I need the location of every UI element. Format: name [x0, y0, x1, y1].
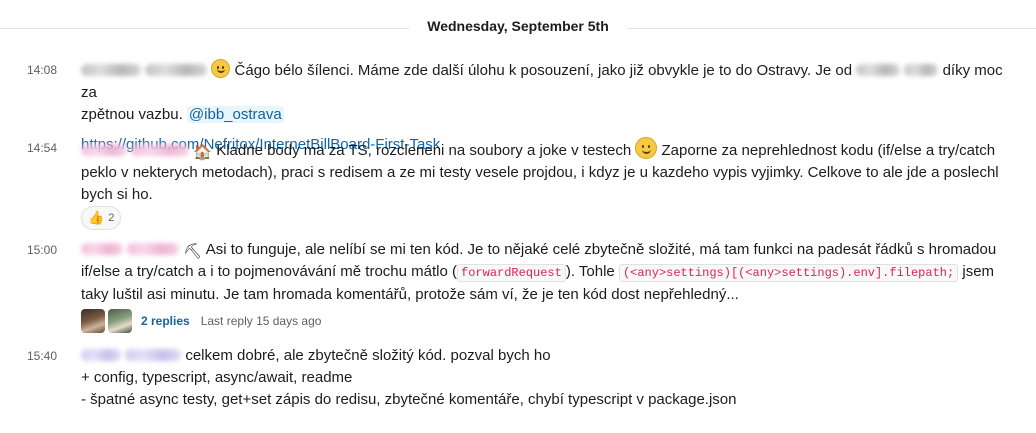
thumbs-up-icon: 👍	[88, 210, 105, 225]
reply-avatar[interactable]	[108, 309, 132, 333]
reply-avatar[interactable]	[81, 309, 105, 333]
message-line: zpětnou vazbu. @ibb_ostrava	[81, 104, 1011, 126]
inline-code: (<any>settings)[(<any>settings).env].fil…	[618, 264, 959, 282]
message-text: Kladne body ma za TS, rozcleneni na soub…	[216, 142, 632, 159]
blurred-name	[856, 64, 901, 76]
last-reply-text: Last reply 15 days ago	[200, 314, 322, 328]
message-line: if/else a try/catch a i to pojmenovávání…	[81, 261, 1011, 284]
message-body: ⛏ Asi to funguje, ale nelíbí se mi ten k…	[81, 239, 1011, 306]
message-text: - špatné async testy, get+set zápis do r…	[81, 391, 737, 408]
reaction-count: 2	[108, 212, 115, 224]
message-line: ⛏ Asi to funguje, ale nelíbí se mi ten k…	[81, 239, 1011, 261]
message-text: if/else a try/catch a i to pojmenovávání…	[81, 263, 458, 280]
message-line: Čágo bélo šílenci. Máme zde další úlohu …	[81, 59, 1011, 104]
message-timestamp[interactable]: 14:54	[27, 141, 57, 155]
message-line: 🏠 Kladne body ma za TS, rozcleneni na so…	[81, 137, 1011, 162]
day-divider-label[interactable]: Wednesday, September 5th	[409, 14, 627, 38]
message-text: ). Tohle	[565, 263, 615, 280]
message-body: 🏠 Kladne body ma za TS, rozcleneni na so…	[81, 137, 1011, 206]
blurred-author-name[interactable]	[81, 64, 141, 76]
mention-link[interactable]: @ibb_ostrava	[186, 106, 284, 123]
message-text: peklo v nekterych metodach), praci s red…	[81, 164, 999, 181]
message-text: jsem	[962, 263, 995, 280]
replies-link[interactable]: 2 replies	[141, 314, 190, 328]
blurred-author-name[interactable]	[81, 144, 127, 156]
message-text: celkem dobré, ale zbytečně složitý kód. …	[185, 347, 551, 364]
blurred-author-name[interactable]	[131, 144, 190, 156]
smile-emoji-icon	[635, 137, 658, 159]
house-status-icon: 🏠	[193, 144, 213, 161]
message-timestamp[interactable]: 14:08	[27, 63, 57, 77]
thumbs-up-reaction[interactable]: 👍 2	[81, 206, 122, 230]
grimace-emoji-icon	[211, 59, 231, 78]
message-text: + config, typescript, async/await, readm…	[81, 369, 353, 386]
message-text: zpětnou vazbu.	[81, 106, 183, 123]
blurred-author-name[interactable]	[81, 243, 123, 255]
inline-code: forwardRequest	[457, 264, 566, 282]
blurred-name	[904, 64, 939, 76]
message-text: bych si ho.	[81, 186, 153, 203]
message-text: Čágo bélo šílenci. Máme zde další úlohu …	[234, 62, 853, 79]
thread-summary[interactable]: 2 replies Last reply 15 days ago	[81, 308, 321, 334]
pick-status-icon: ⛏	[183, 243, 203, 260]
blurred-author-name[interactable]	[125, 349, 182, 361]
blurred-author-name[interactable]	[127, 243, 180, 255]
message-timestamp[interactable]: 15:00	[27, 243, 57, 257]
message-timestamp[interactable]: 15:40	[27, 349, 57, 363]
message-text: Asi to funguje, ale nelíbí se mi ten kód…	[205, 241, 997, 258]
blurred-author-name[interactable]	[145, 64, 208, 76]
blurred-author-name[interactable]	[81, 349, 121, 361]
day-divider: Wednesday, September 5th	[0, 0, 1036, 40]
message-line: celkem dobré, ale zbytečně složitý kód. …	[81, 345, 1011, 367]
message-text: taky luštil asi minutu. Je tam hromada k…	[81, 286, 739, 303]
message-text: Zaporne za neprehlednost kodu (if/else a…	[661, 142, 996, 159]
message-body: celkem dobré, ale zbytečně složitý kód. …	[81, 345, 1011, 411]
